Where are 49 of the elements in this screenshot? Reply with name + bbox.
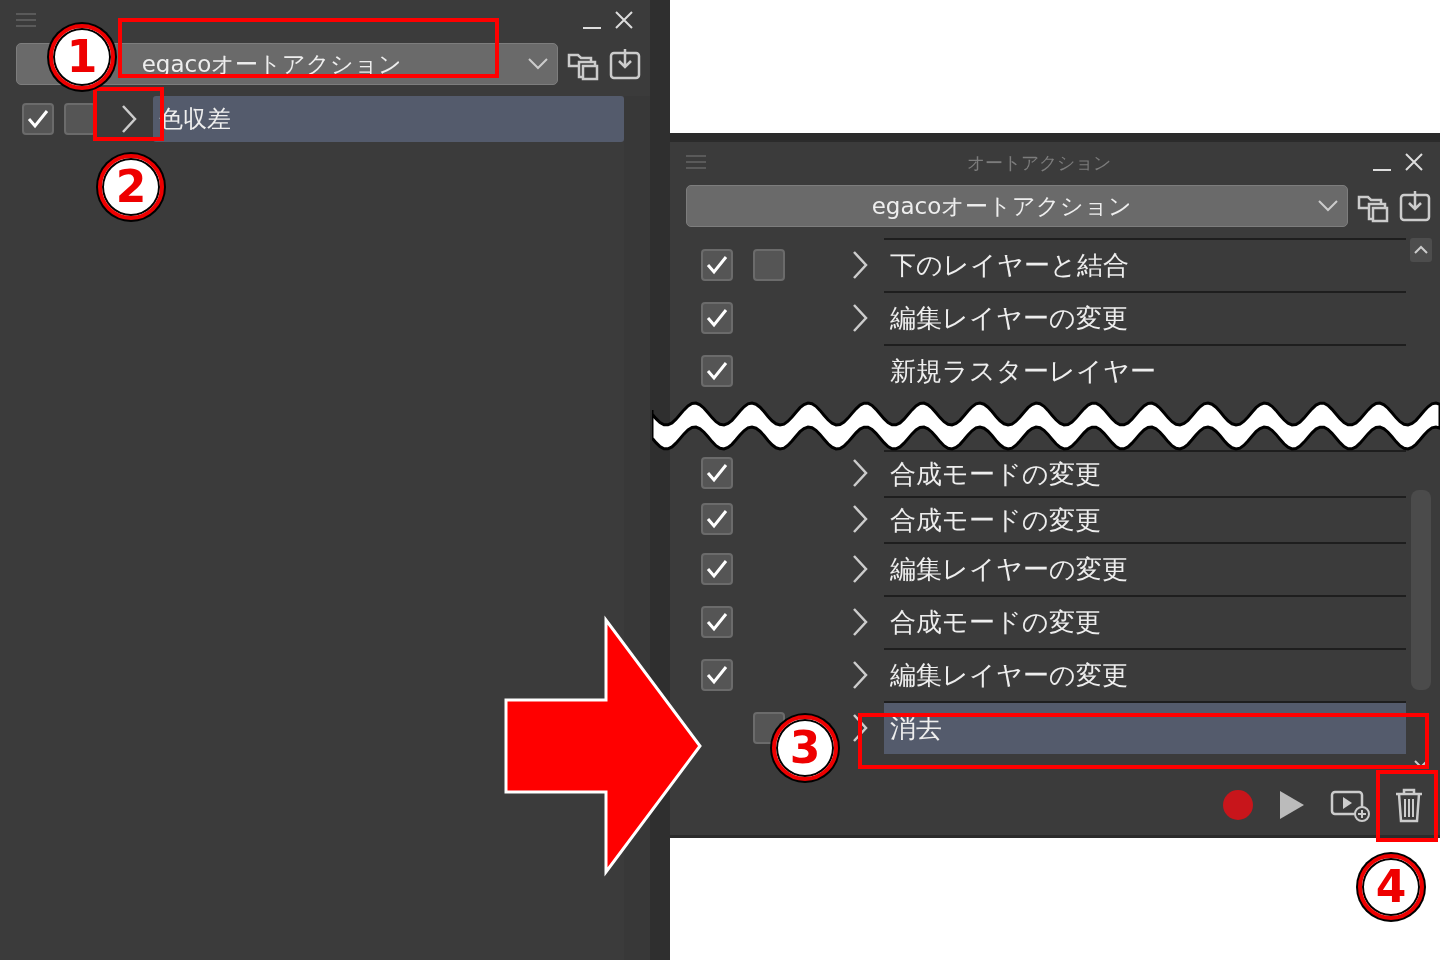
chevron-right-icon[interactable]: [852, 712, 868, 743]
action-item[interactable]: 消去: [884, 701, 1406, 754]
checkbox[interactable]: [22, 103, 54, 135]
check-icon: [706, 509, 728, 529]
checkbox[interactable]: [701, 503, 733, 535]
check-icon: [27, 109, 49, 129]
dialog-checkbox[interactable]: [753, 248, 785, 281]
checkbox[interactable]: [701, 552, 733, 585]
dialog-checkbox[interactable]: [64, 103, 96, 135]
chevron-right-icon[interactable]: [852, 302, 868, 333]
checkbox[interactable]: [701, 658, 733, 691]
check-icon: [706, 463, 728, 483]
chevron-right-icon[interactable]: [852, 659, 868, 690]
chevron-right-icon[interactable]: [852, 458, 868, 488]
action-item[interactable]: 下のレイヤーと結合: [884, 238, 1406, 291]
chevron-down-icon: [527, 57, 549, 71]
step-number: 4: [1358, 854, 1424, 920]
chevron-right-icon[interactable]: [852, 553, 868, 584]
check-icon: [706, 254, 728, 275]
check-icon: [706, 558, 728, 579]
set-dropdown[interactable]: egacoオートアクション: [686, 185, 1348, 227]
trash-icon[interactable]: [1394, 787, 1424, 823]
close-icon[interactable]: [1404, 152, 1424, 172]
check-icon: [706, 307, 728, 328]
action-item[interactable]: 新規ラスターレイヤー: [884, 344, 1406, 397]
check-icon: [706, 360, 728, 381]
action-item[interactable]: 合成モードの変更: [884, 496, 1406, 542]
chevron-right-icon[interactable]: [121, 104, 137, 134]
checkbox[interactable]: [701, 248, 733, 281]
checkbox[interactable]: [701, 301, 733, 334]
chevron-right-icon[interactable]: [852, 504, 868, 534]
chevron-right-icon[interactable]: [852, 606, 868, 637]
check-icon: [706, 611, 728, 632]
action-item[interactable]: 合成モードの変更: [884, 595, 1406, 648]
checkbox[interactable]: [701, 354, 733, 387]
import-icon[interactable]: [608, 47, 642, 81]
play-icon[interactable]: [1278, 790, 1306, 820]
scroll-up-button[interactable]: [1410, 238, 1432, 262]
check-icon: [706, 664, 728, 685]
close-icon[interactable]: [614, 10, 634, 30]
add-action-icon[interactable]: [1330, 788, 1370, 822]
chevron-right-icon[interactable]: [852, 249, 868, 280]
action-item[interactable]: 編集レイヤーの変更: [884, 542, 1406, 595]
checkbox[interactable]: [701, 605, 733, 638]
import-icon[interactable]: [1398, 189, 1432, 223]
action-item[interactable]: 編集レイヤーの変更: [884, 291, 1406, 344]
chevron-down-icon: [1317, 199, 1339, 213]
panel-title: オートアクション: [967, 151, 1111, 173]
checkbox[interactable]: [701, 457, 733, 489]
